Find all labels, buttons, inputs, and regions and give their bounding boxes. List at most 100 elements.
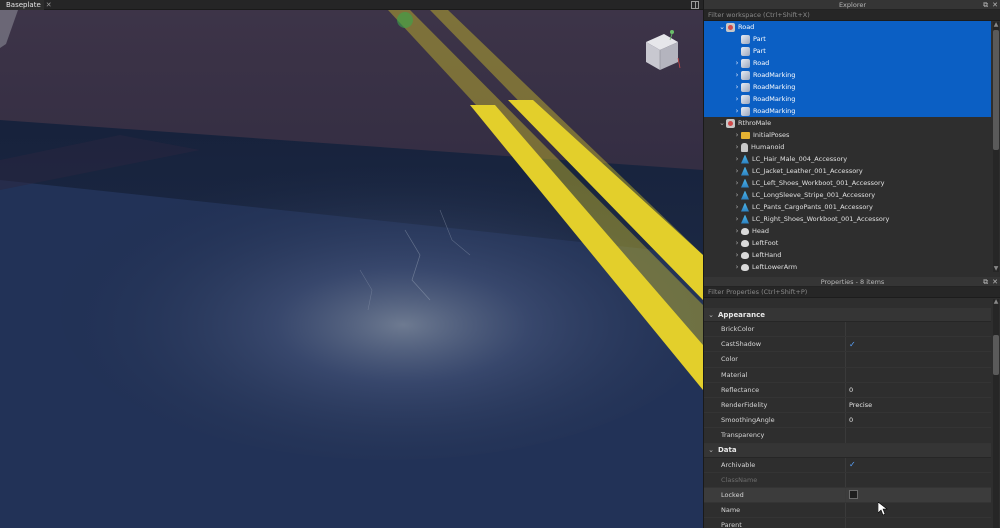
undock-icon[interactable]: ⧉	[983, 278, 988, 287]
maximize-view-icon[interactable]	[691, 1, 699, 9]
explorer-item[interactable]: › LeftFoot	[704, 237, 991, 249]
property-value[interactable]: Precise	[846, 398, 991, 412]
close-panel-icon[interactable]: ✕	[992, 1, 998, 9]
part-icon	[741, 58, 750, 68]
explorer-item[interactable]: › LeftLowerArm	[704, 261, 991, 273]
property-value[interactable]	[846, 473, 991, 487]
properties-header: Properties - 8 items ⧉ ✕	[704, 277, 1000, 287]
close-tab-icon[interactable]: ✕	[46, 1, 52, 9]
property-value[interactable]	[846, 352, 991, 366]
explorer-item[interactable]: ⌄ RthroMale	[704, 117, 991, 129]
checkbox-empty[interactable]	[849, 490, 858, 500]
property-name: Color	[704, 352, 846, 367]
property-row[interactable]: ClassName	[704, 472, 991, 488]
explorer-item[interactable]: › LC_Right_Shoes_Workboot_001_Accessory	[704, 213, 991, 225]
chevron-right-icon[interactable]: ›	[733, 107, 741, 115]
scroll-thumb[interactable]	[993, 335, 999, 375]
property-row[interactable]: Transparency	[704, 428, 991, 444]
chevron-down-icon[interactable]: ⌄	[704, 311, 718, 319]
tab-baseplate[interactable]: Baseplate ✕	[0, 0, 52, 10]
undock-icon[interactable]: ⧉	[983, 1, 988, 10]
chevron-right-icon[interactable]: ›	[733, 71, 741, 79]
explorer-item[interactable]: › LC_LongSleeve_Stripe_001_Accessory	[704, 189, 991, 201]
chevron-down-icon[interactable]: ⌄	[704, 446, 718, 454]
explorer-item[interactable]: › LeftHand	[704, 249, 991, 261]
explorer-filter-input[interactable]: Filter workspace (Ctrl+Shift+X)	[704, 10, 1000, 21]
chevron-down-icon[interactable]: ⌄	[718, 119, 726, 127]
scroll-down-icon[interactable]: ▼	[993, 266, 999, 272]
property-checkbox[interactable]	[846, 488, 991, 502]
property-row[interactable]: Color	[704, 352, 991, 368]
property-row[interactable]: Locked	[704, 487, 991, 504]
chevron-right-icon[interactable]: ›	[733, 251, 741, 259]
property-row[interactable]: CastShadow ✓	[704, 337, 991, 353]
explorer-item-label: Part	[753, 47, 766, 55]
property-value[interactable]	[846, 503, 991, 517]
scroll-up-icon[interactable]: ▲	[993, 299, 999, 305]
chevron-right-icon[interactable]: ›	[733, 95, 741, 103]
explorer-item[interactable]: › RoadMarking	[704, 81, 991, 93]
chevron-right-icon[interactable]: ›	[733, 263, 741, 271]
view-cube-icon[interactable]	[640, 28, 682, 74]
properties-filter-input[interactable]: Filter Properties (Ctrl+Shift+P)	[704, 287, 1000, 298]
chevron-right-icon[interactable]: ›	[733, 59, 741, 67]
chevron-right-icon[interactable]: ›	[733, 83, 741, 91]
property-row[interactable]: Material	[704, 367, 991, 383]
property-row[interactable]: RenderFidelity Precise	[704, 397, 991, 414]
property-checkbox-checked[interactable]: ✓	[846, 458, 991, 472]
scroll-up-icon[interactable]: ▲	[993, 22, 999, 28]
explorer-item[interactable]: › Road	[704, 57, 991, 69]
property-row[interactable]: Name	[704, 503, 991, 519]
explorer-item[interactable]: Part	[704, 45, 991, 57]
3d-viewport[interactable]: Baseplate ✕	[0, 0, 703, 528]
property-value[interactable]: 0	[846, 413, 991, 427]
property-value[interactable]	[846, 368, 991, 382]
model-icon	[726, 118, 735, 128]
property-row[interactable]: Parent	[704, 518, 991, 528]
chevron-right-icon[interactable]: ›	[733, 155, 741, 163]
explorer-item[interactable]: › InitialPoses	[704, 129, 991, 141]
property-row[interactable]: SmoothingAngle 0	[704, 413, 991, 429]
explorer-item[interactable]: ⌄ Road	[704, 21, 991, 33]
chevron-right-icon[interactable]: ›	[733, 203, 741, 211]
explorer-item[interactable]: › LC_Hair_Male_004_Accessory	[704, 153, 991, 165]
explorer-tree: ⌄ Road Part Part › Road › RoadMarking › RoadMarki…	[704, 21, 991, 274]
chevron-right-icon[interactable]: ›	[733, 215, 741, 223]
chevron-right-icon[interactable]: ›	[733, 191, 741, 199]
property-row[interactable]: BrickColor	[704, 322, 991, 338]
property-row[interactable]: Archivable ✓	[704, 457, 991, 473]
property-row[interactable]: Reflectance 0	[704, 382, 991, 398]
explorer-scrollbar[interactable]: ▲ ▼	[993, 22, 999, 272]
property-checkbox-checked[interactable]: ✓	[846, 337, 991, 351]
explorer-item[interactable]: › LC_Left_Shoes_Workboot_001_Accessory	[704, 177, 991, 189]
properties-scrollbar[interactable]: ▲	[993, 299, 999, 528]
chevron-right-icon[interactable]: ›	[733, 167, 741, 175]
property-category[interactable]: ⌄ Data	[704, 443, 991, 458]
chevron-right-icon[interactable]: ›	[733, 227, 741, 235]
explorer-item[interactable]: › RoadMarking	[704, 105, 991, 117]
scroll-thumb[interactable]	[993, 30, 999, 150]
close-panel-icon[interactable]: ✕	[992, 278, 998, 286]
model-icon	[726, 22, 735, 32]
chevron-right-icon[interactable]: ›	[733, 239, 741, 247]
property-category[interactable]: ⌄ Appearance	[704, 308, 991, 322]
property-value[interactable]	[846, 322, 991, 336]
chevron-down-icon[interactable]: ⌄	[718, 23, 726, 31]
property-value[interactable]	[846, 518, 991, 528]
explorer-item[interactable]: › RoadMarking	[704, 93, 991, 105]
chevron-right-icon[interactable]: ›	[733, 131, 741, 139]
explorer-item[interactable]: › LC_Jacket_Leather_001_Accessory	[704, 165, 991, 177]
property-value[interactable]: 0	[846, 383, 991, 397]
chevron-right-icon[interactable]: ›	[733, 143, 741, 151]
property-name: Material	[704, 367, 846, 382]
explorer-item[interactable]: › LC_Pants_CargoPants_001_Accessory	[704, 201, 991, 213]
explorer-item[interactable]: Part	[704, 33, 991, 45]
explorer-item[interactable]: › Humanoid	[704, 141, 991, 153]
checkmark-icon[interactable]: ✓	[849, 340, 856, 349]
explorer-item[interactable]: › RoadMarking	[704, 69, 991, 81]
checkmark-icon[interactable]: ✓	[849, 460, 856, 469]
chevron-right-icon[interactable]: ›	[733, 179, 741, 187]
explorer-item[interactable]: › Head	[704, 225, 991, 237]
property-value[interactable]	[846, 428, 991, 442]
property-name: BrickColor	[704, 322, 846, 337]
